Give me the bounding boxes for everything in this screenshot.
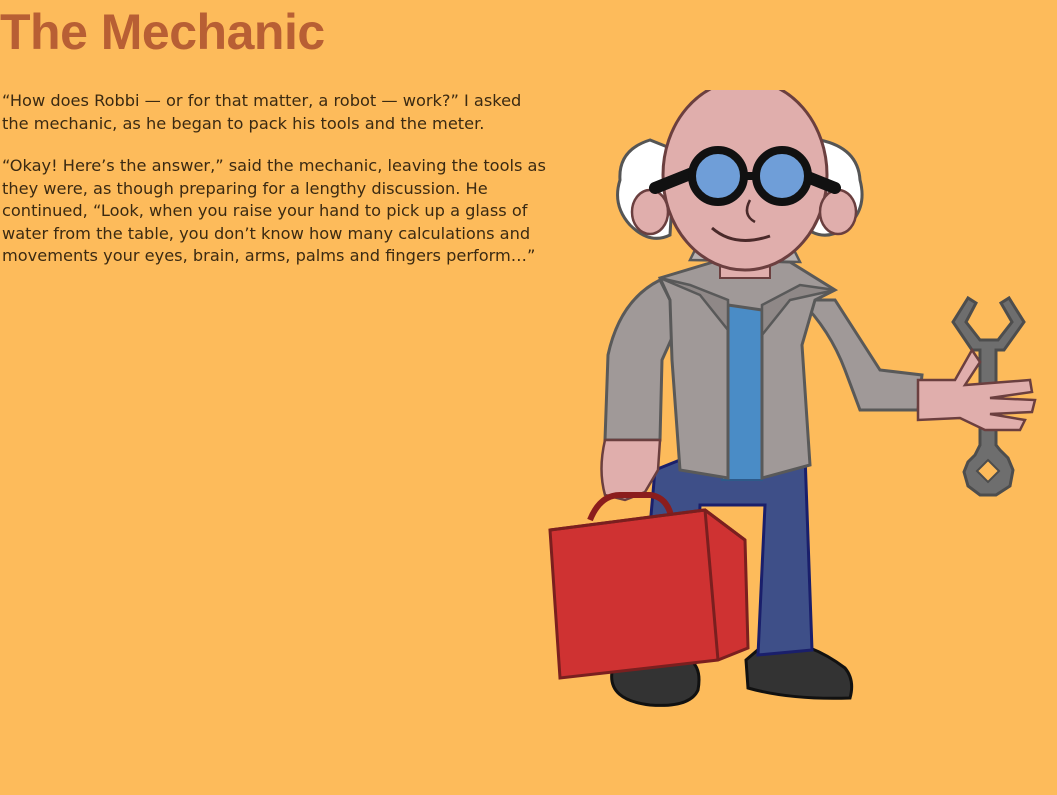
page-title: The Mechanic <box>0 4 325 60</box>
story-paragraph-1: “How does Robbi — or for that matter, a … <box>2 91 522 133</box>
briefcase-icon <box>548 492 750 680</box>
story-page: The Mechanic “How does Robbi — or for th… <box>0 0 1057 795</box>
mechanic-illustration <box>548 90 1037 707</box>
left-hand <box>600 438 662 502</box>
story-text: “How does Robbi — or for that matter, a … <box>2 90 547 288</box>
story-paragraph-2: “Okay! Here’s the answer,” said the mech… <box>2 156 546 265</box>
extended-arm <box>796 298 1037 432</box>
